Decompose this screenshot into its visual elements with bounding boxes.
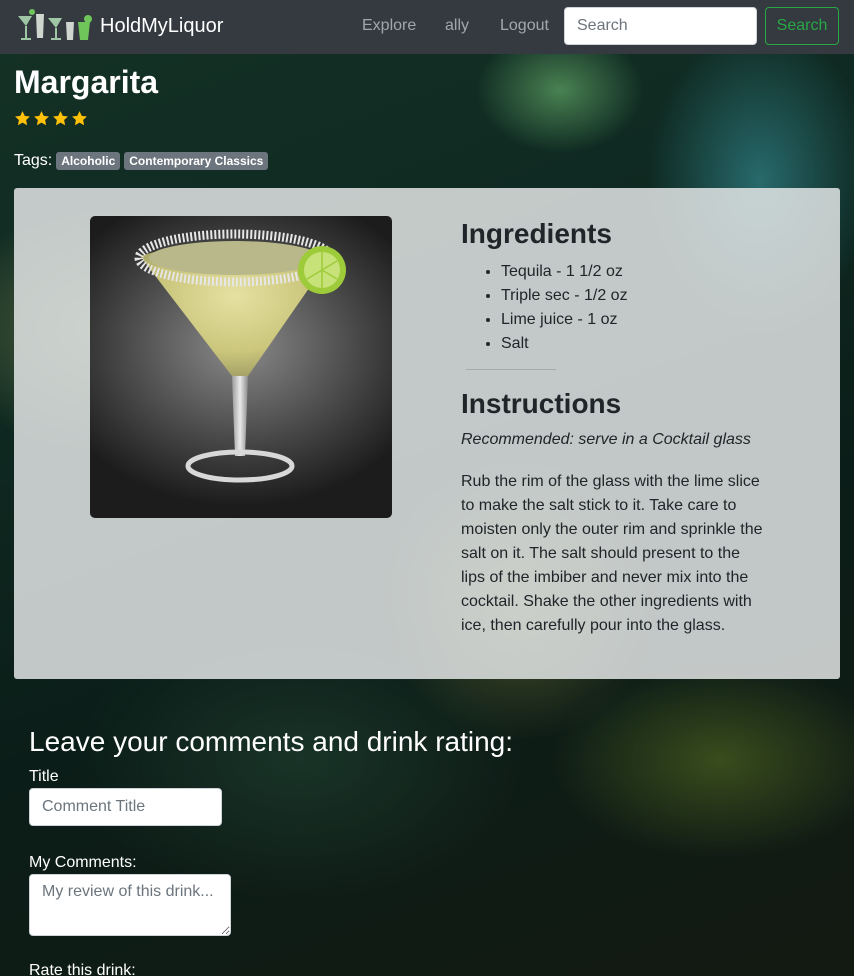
tags-label: Tags: [14, 152, 53, 169]
tags-row: Tags: Alcoholic Contemporary Classics [14, 152, 269, 170]
recommended-glass: Recommended: serve in a Cocktail glass [461, 431, 751, 448]
star-icon [53, 111, 68, 126]
list-item: Salt [501, 332, 628, 356]
margarita-glass-image [134, 229, 346, 483]
brand-link[interactable]: HoldMyLiquor [16, 8, 223, 44]
list-item: Triple sec - 1/2 oz [501, 284, 628, 308]
nav-logout-link[interactable]: Logout [500, 17, 549, 35]
drink-card: Ingredients Tequila - 1 1/2 oz Triple se… [14, 188, 840, 679]
list-item: Tequila - 1 1/2 oz [501, 260, 628, 284]
drink-rating [14, 110, 88, 127]
drink-title: Margarita [14, 64, 159, 100]
instructions-heading: Instructions [461, 388, 622, 419]
cocktail-glasses-logo-icon [18, 9, 92, 40]
comments-label: My Comments: [29, 854, 137, 871]
search-input[interactable] [564, 7, 757, 45]
list-item: Lime juice - 1 oz [501, 308, 628, 332]
tag-badge[interactable]: Alcoholic [56, 152, 121, 170]
star-icon [72, 111, 87, 126]
star-icon [34, 111, 49, 126]
nav-explore-link[interactable]: Explore [362, 17, 416, 35]
search-button[interactable]: Search [765, 7, 839, 45]
nav-user-link[interactable]: ally [445, 17, 469, 35]
star-icon [15, 111, 30, 126]
comments-heading: Leave your comments and drink rating: [29, 726, 514, 757]
drink-image [90, 216, 392, 518]
ingredients-heading: Ingredients [461, 218, 612, 249]
comment-title-input[interactable] [29, 788, 222, 826]
instructions-text: Rub the rim of the glass with the lime s… [461, 473, 763, 634]
divider [466, 369, 556, 370]
title-label: Title [29, 768, 59, 785]
brand-name: HoldMyLiquor [100, 14, 224, 37]
comment-textarea[interactable] [29, 874, 231, 936]
ingredients-list: Tequila - 1 1/2 oz Triple sec - 1/2 oz L… [461, 260, 628, 356]
navbar: HoldMyLiquor Explore ally Logout Search [0, 0, 854, 54]
tag-badge[interactable]: Contemporary Classics [124, 152, 269, 170]
rate-label: Rate this drink: [29, 962, 136, 976]
